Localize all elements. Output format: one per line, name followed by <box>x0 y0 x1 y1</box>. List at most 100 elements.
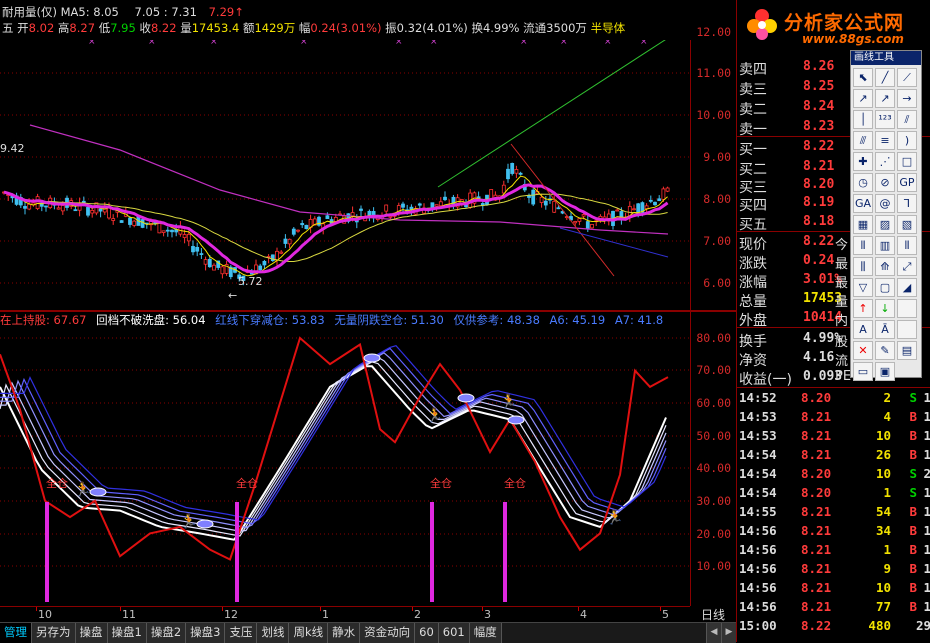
runner-icon: 🏃 <box>74 481 91 498</box>
double-line-icon[interactable]: ≡ <box>875 131 895 150</box>
candle-body <box>644 205 649 210</box>
delete-icon[interactable]: ✕ <box>853 341 873 360</box>
segment-icon[interactable]: ╱ <box>875 68 895 87</box>
svg-text:×: × <box>210 40 218 47</box>
tab-jingshui[interactable]: 静水 <box>328 623 361 643</box>
tick-volume: 9 <box>883 561 891 576</box>
tab-manage[interactable]: 管理 <box>0 623 32 643</box>
hatch-icon[interactable]: ▨ <box>875 215 895 234</box>
arc-icon[interactable]: ) <box>897 131 917 150</box>
fib-icon[interactable]: ⫴ <box>853 236 873 255</box>
text-a-icon[interactable]: A <box>853 320 873 339</box>
expand-icon[interactable]: ⤢ <box>897 257 917 276</box>
tab-caopan3[interactable]: 操盘3 <box>186 623 226 643</box>
candle-body <box>279 251 284 254</box>
ind-tick: 70.00 <box>696 363 731 377</box>
pill-icon <box>507 415 525 425</box>
tab-fund-flow[interactable]: 资金动向 <box>360 623 416 643</box>
tick-time: 14:56 <box>739 599 777 614</box>
bars-icon[interactable]: ▦ <box>853 215 873 234</box>
indicator-tab-bar: 管理 另存为 操盘 操盘1 操盘2 操盘3 支压 划线 周k线 静水 资金动向 … <box>0 622 736 643</box>
text-a-caret-icon[interactable]: Ā <box>875 320 895 339</box>
price-tick: 7.00 <box>703 234 731 248</box>
fan-lines-icon[interactable]: ⟰ <box>875 257 895 276</box>
blank-tool-icon[interactable] <box>897 320 917 339</box>
tick-time: 14:53 <box>739 409 777 424</box>
cursor-icon[interactable]: ⬉ <box>853 68 873 87</box>
vertical-line-icon[interactable]: │ <box>853 110 873 129</box>
tick-volume: 10 <box>875 466 891 481</box>
triangle-icon[interactable]: ▽ <box>853 278 873 297</box>
up-arrow-icon[interactable]: ↑ <box>853 299 873 318</box>
candle-body <box>577 218 582 222</box>
no-icon[interactable]: ⊘ <box>875 173 895 192</box>
text-tool-icon[interactable]: Ꞁ <box>897 194 917 213</box>
pen-icon[interactable]: ✎ <box>875 341 895 360</box>
low-value: 7.95 <box>110 21 136 35</box>
diag-bars-icon[interactable]: ▧ <box>897 215 917 234</box>
tab-amplitude[interactable]: 幅度 <box>469 623 502 643</box>
period-label[interactable]: 日线 <box>690 606 736 622</box>
gp-icon[interactable]: GP <box>897 173 917 192</box>
price-tick: 8.00 <box>703 192 731 206</box>
down-arrow-icon[interactable]: ↓ <box>875 299 895 318</box>
scroll-right-button[interactable]: ▶ <box>721 623 736 643</box>
frame-icon[interactable]: ▭ <box>853 362 873 381</box>
arrow-line-icon[interactable]: ↗ <box>875 89 895 108</box>
tab-601[interactable]: 601 <box>438 623 470 643</box>
tick-count: 1 <box>923 504 930 519</box>
chart-icon[interactable]: ◢ <box>897 278 917 297</box>
runner-icon: 🏃 <box>500 393 517 410</box>
drawing-toolbox[interactable]: 画线工具 ⬉ ╱ ⟋ ↗ ↗ → │ ¹²³ ⫽ ⫻ ≡ ) ✚ ⋰ □ ◷ ⊘… <box>850 50 922 381</box>
horizontal-line-icon[interactable]: → <box>897 89 917 108</box>
candle-body <box>60 205 65 212</box>
ind-tick: 60.00 <box>696 396 731 410</box>
tick-price: 8.21 <box>801 542 832 557</box>
rectangle-icon[interactable]: ▢ <box>875 278 895 297</box>
tab-drawline[interactable]: 划线 <box>257 623 290 643</box>
kline-chart[interactable]: × × × × × × × × × × 9.42 5.72 ← <box>0 40 690 310</box>
channel-icon[interactable]: ⫻ <box>853 131 873 150</box>
fan-icon[interactable]: ⋰ <box>875 152 895 171</box>
svg-text:×: × <box>300 40 308 47</box>
candle-body <box>258 265 263 271</box>
tab-caopan2[interactable]: 操盘2 <box>146 623 187 643</box>
ind-tick: 30.00 <box>696 494 731 508</box>
ga-icon[interactable]: GA <box>853 194 873 213</box>
tick-volume: 1 <box>883 485 891 500</box>
parallel-icon[interactable]: ⫽ <box>897 110 917 129</box>
square-icon[interactable]: □ <box>897 152 917 171</box>
tab-weekly-k[interactable]: 周k线 <box>289 623 329 643</box>
top-markers: × × × × × × × × × × <box>88 40 648 47</box>
tick-count: 1 <box>923 580 930 595</box>
tick-price: 8.22 <box>801 618 832 633</box>
toolbox-title[interactable]: 画线工具 <box>851 51 921 65</box>
clock-icon[interactable]: ◷ <box>853 173 873 192</box>
candle-body <box>590 224 594 229</box>
line-icon[interactable]: ⟋ <box>897 68 917 87</box>
candle-body <box>636 203 641 213</box>
columns-icon[interactable]: ⫼ <box>853 257 873 276</box>
tick-time: 14:56 <box>739 523 777 538</box>
blank-tool-icon[interactable] <box>897 299 917 318</box>
cross-icon[interactable]: ✚ <box>853 152 873 171</box>
turnover-value: 4.99% <box>482 21 520 35</box>
indicator-chart[interactable]: 全仓 全仓 全仓 全仓 🏃 🏃 🏃 🏃 🏃 <box>0 312 690 606</box>
tick-price: 8.21 <box>801 523 832 538</box>
window-icon[interactable]: ▣ <box>875 362 895 381</box>
spiral-icon[interactable]: @ <box>875 194 895 213</box>
numbered-line-icon[interactable]: ¹²³ <box>875 110 895 129</box>
tab-caopan1[interactable]: 操盘1 <box>107 623 147 643</box>
scroll-left-button[interactable]: ◀ <box>706 623 721 643</box>
note-icon[interactable]: ▤ <box>897 341 917 360</box>
tick-price: 8.20 <box>801 390 832 405</box>
ray-icon[interactable]: ↗ <box>853 89 873 108</box>
ind-tick: 40.00 <box>696 461 731 475</box>
candle-body <box>191 246 195 253</box>
lines-icon[interactable]: ⦀ <box>897 236 917 255</box>
tab-support[interactable]: 支压 <box>225 623 258 643</box>
grid-icon[interactable]: ▥ <box>875 236 895 255</box>
tab-60[interactable]: 60 <box>415 623 439 643</box>
tab-caopan[interactable]: 操盘 <box>75 623 108 643</box>
tab-save-as[interactable]: 另存为 <box>32 623 76 643</box>
